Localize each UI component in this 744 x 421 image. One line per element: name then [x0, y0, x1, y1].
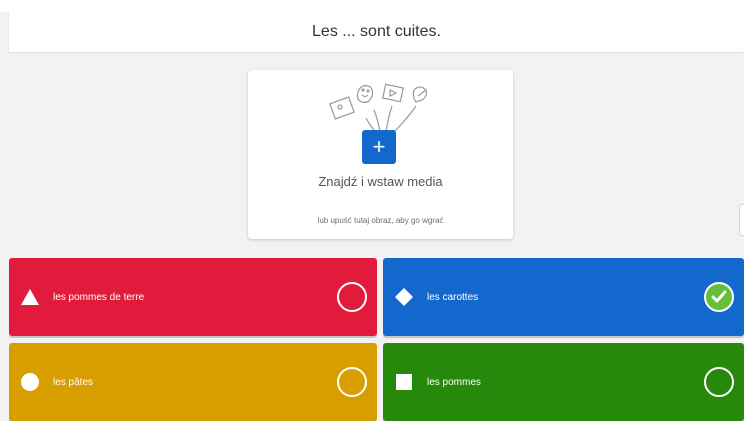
- media-upload-card[interactable]: + Znajdź i wstaw media lub upuść tutaj o…: [248, 70, 513, 239]
- correct-toggle[interactable]: [704, 282, 734, 312]
- question-bar[interactable]: Les ... sont cuites.: [9, 12, 744, 52]
- answer-text[interactable]: les carottes: [427, 292, 478, 303]
- answer-option-1[interactable]: les pommes de terre: [9, 258, 377, 336]
- add-media-button[interactable]: +: [362, 130, 396, 164]
- triangle-icon: [19, 286, 41, 308]
- media-title: Znajdź i wstaw media: [318, 174, 443, 189]
- answer-option-2[interactable]: les carottes: [383, 258, 744, 336]
- answer-option-3[interactable]: les pâtes: [9, 343, 377, 421]
- checkmark-icon: [711, 290, 727, 303]
- question-text[interactable]: Les ... sont cuites.: [312, 23, 441, 41]
- answer-text[interactable]: les pâtes: [53, 377, 93, 388]
- answer-text[interactable]: les pommes de terre: [53, 292, 144, 303]
- correct-toggle[interactable]: [337, 282, 367, 312]
- media-subtitle: lub upuść tutaj obraz, aby go wgrać: [317, 216, 444, 225]
- circle-icon: [19, 371, 41, 393]
- media-illustration-icon: [329, 83, 428, 133]
- correct-toggle[interactable]: [704, 367, 734, 397]
- diamond-icon: [393, 286, 415, 308]
- answer-text[interactable]: les pommes: [427, 377, 481, 388]
- answer-option-4[interactable]: les pommes: [383, 343, 744, 421]
- square-icon: [393, 371, 415, 393]
- plus-icon: +: [372, 134, 386, 159]
- top-strip: [0, 0, 744, 12]
- side-panel-toggle[interactable]: [739, 204, 744, 236]
- correct-toggle[interactable]: [337, 367, 367, 397]
